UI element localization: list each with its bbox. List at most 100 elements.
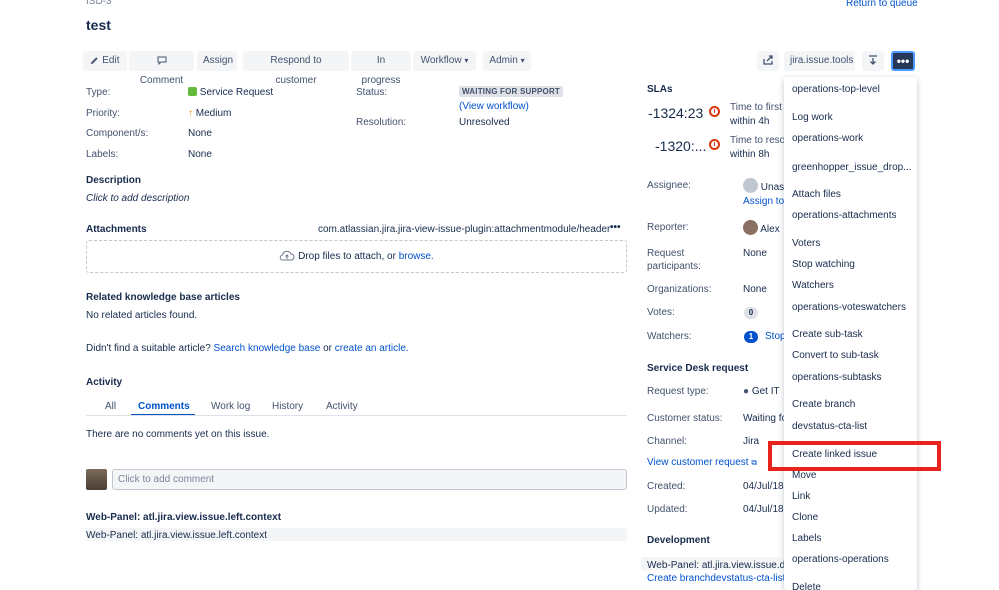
- more-actions-menu: operations-top-level Log work operations…: [784, 77, 917, 590]
- votes-count-badge[interactable]: 0: [744, 307, 758, 319]
- view-workflow-link[interactable]: (View workflow): [459, 101, 529, 112]
- menu-item-labels[interactable]: Labels: [792, 533, 821, 544]
- menu-item-operations-attachments[interactable]: operations-attachments: [792, 210, 897, 221]
- watchers-count-badge[interactable]: 1: [744, 331, 758, 343]
- stop-watching-link[interactable]: Stop: [765, 331, 786, 342]
- menu-item-link[interactable]: Link: [792, 491, 810, 502]
- issue-title[interactable]: test: [86, 17, 111, 33]
- assign-to-me-link[interactable]: Assign to: [743, 196, 784, 207]
- share-icon: [762, 55, 773, 65]
- tab-comments[interactable]: Comments: [131, 401, 195, 416]
- sla-label-1: Time to first r: [730, 102, 788, 113]
- assignee-label: Assignee:: [647, 180, 691, 191]
- components-label: Component/s:: [86, 128, 149, 139]
- return-to-queue-link[interactable]: Return to queue: [846, 0, 918, 9]
- comment-icon: [157, 56, 166, 66]
- dev-webpanel: Web-Panel: atl.jira.view.issue.dev: [647, 560, 796, 571]
- menu-item-attach-files[interactable]: Attach files: [792, 189, 841, 200]
- search-kb-link[interactable]: Search knowledge base: [214, 343, 321, 354]
- priority-label: Priority:: [86, 108, 120, 119]
- export-button[interactable]: [862, 51, 884, 71]
- service-desk-heading: Service Desk request: [647, 363, 749, 374]
- create-article-link[interactable]: create an article.: [335, 343, 409, 354]
- organizations-value[interactable]: None: [743, 284, 767, 295]
- sla-time-1: -1324:23: [648, 105, 704, 121]
- workflow-dropdown[interactable]: Workflow ▾: [413, 51, 476, 71]
- tab-all[interactable]: All: [105, 401, 116, 412]
- status-badge[interactable]: WAITING FOR SUPPORT: [459, 86, 564, 97]
- menu-item-stop-watching[interactable]: Stop watching: [792, 259, 855, 270]
- share-button[interactable]: [757, 51, 779, 71]
- in-progress-button[interactable]: In progress: [351, 51, 411, 86]
- respond-to-customer-button[interactable]: Respond to customer: [243, 51, 349, 86]
- pencil-icon: [91, 57, 99, 65]
- created-value: 04/Jul/18: [743, 481, 784, 492]
- customer-status-value: Waiting fo: [743, 413, 788, 424]
- chevron-down-icon: ▾: [520, 56, 525, 65]
- menu-item-move[interactable]: Move: [792, 470, 816, 481]
- menu-item-voters[interactable]: Voters: [792, 238, 820, 249]
- request-type-label: Request type:: [647, 386, 709, 397]
- menu-item-create-branch[interactable]: Create branch: [792, 399, 855, 410]
- labels-label: Labels:: [86, 149, 119, 160]
- sla-label-2: Time to resol: [730, 135, 788, 146]
- browse-link[interactable]: browse.: [399, 251, 434, 262]
- channel-value: Jira: [743, 436, 760, 447]
- tab-history[interactable]: History: [272, 401, 303, 412]
- create-branch-link[interactable]: Create branchdevstatus-cta-list: [647, 573, 785, 584]
- organizations-label: Organizations:: [647, 284, 712, 295]
- menu-item-operations-voteswatchers[interactable]: operations-voteswatchers: [792, 302, 906, 313]
- request-type-value[interactable]: ● Get IT: [743, 386, 780, 397]
- issue-key[interactable]: ISD-3: [86, 0, 112, 7]
- view-customer-request-link[interactable]: View customer request ⧉: [647, 457, 757, 468]
- attachment-options-icon[interactable]: •••: [610, 222, 621, 233]
- description-heading: Description: [86, 175, 142, 186]
- menu-item-watchers[interactable]: Watchers: [792, 280, 834, 291]
- menu-item-operations-top-level[interactable]: operations-top-level: [792, 84, 880, 95]
- description-field[interactable]: Click to add description: [86, 193, 189, 204]
- sla-within-1: within 4h: [730, 116, 770, 127]
- menu-item-log-work[interactable]: Log work: [792, 112, 833, 123]
- comment-button[interactable]: Comment: [129, 51, 194, 86]
- assign-button[interactable]: Assign: [197, 51, 237, 71]
- admin-dropdown[interactable]: Admin ▾: [483, 51, 531, 71]
- resolution-label: Resolution:: [356, 117, 407, 128]
- participants-label-line1: Request: [647, 248, 685, 259]
- edit-button[interactable]: Edit: [83, 51, 127, 71]
- type-value: Service Request: [188, 87, 273, 98]
- reporter-value[interactable]: Alex: [743, 220, 780, 235]
- menu-item-delete[interactable]: Delete: [792, 582, 821, 590]
- attachment-module-header: com.atlassian.jira.jira-view-issue-plugi…: [318, 224, 611, 235]
- menu-item-operations-work[interactable]: operations-work: [792, 133, 863, 144]
- votes-label: Votes:: [647, 307, 675, 318]
- clock-icon: [709, 139, 720, 153]
- menu-item-operations-operations[interactable]: operations-operations: [792, 554, 889, 565]
- arrow-up-icon: ↑: [188, 108, 193, 119]
- participants-value[interactable]: None: [743, 248, 767, 259]
- menu-item-create-subtask[interactable]: Create sub-task: [792, 329, 863, 340]
- attachment-dropzone[interactable]: Drop files to attach, or browse.: [86, 240, 627, 273]
- webpanel-heading: Web-Panel: atl.jira.view.issue.left.cont…: [86, 512, 282, 523]
- channel-label: Channel:: [647, 436, 688, 447]
- tabs-divider: [86, 415, 627, 416]
- tab-activity[interactable]: Activity: [326, 401, 358, 412]
- kb-prompt: Didn't find a suitable article? Search k…: [86, 343, 409, 354]
- assignee-value[interactable]: Unass: [743, 178, 789, 193]
- priority-value: ↑ Medium: [188, 108, 232, 119]
- menu-item-devstatus-cta-list[interactable]: devstatus-cta-list: [792, 421, 867, 432]
- menu-item-operations-subtasks[interactable]: operations-subtasks: [792, 372, 882, 383]
- issue-tools-button[interactable]: jira.issue.tools: [784, 51, 855, 71]
- avatar: [86, 469, 107, 490]
- menu-item-convert-to-subtask[interactable]: Convert to sub-task: [792, 350, 879, 361]
- webpanel-body: Web-Panel: atl.jira.view.issue.left.cont…: [86, 530, 268, 541]
- labels-value[interactable]: None: [188, 149, 212, 160]
- no-comments-text: There are no comments yet on this issue.: [86, 429, 270, 440]
- more-actions-button[interactable]: •••: [891, 51, 915, 71]
- comment-input[interactable]: Click to add comment: [112, 469, 627, 490]
- components-value[interactable]: None: [188, 128, 212, 139]
- download-icon: [869, 55, 877, 65]
- menu-item-clone[interactable]: Clone: [792, 512, 818, 523]
- external-link-icon: ⧉: [751, 458, 758, 467]
- tab-work-log[interactable]: Work log: [211, 401, 250, 412]
- menu-item-greenhopper[interactable]: greenhopper_issue_drop...: [792, 162, 912, 173]
